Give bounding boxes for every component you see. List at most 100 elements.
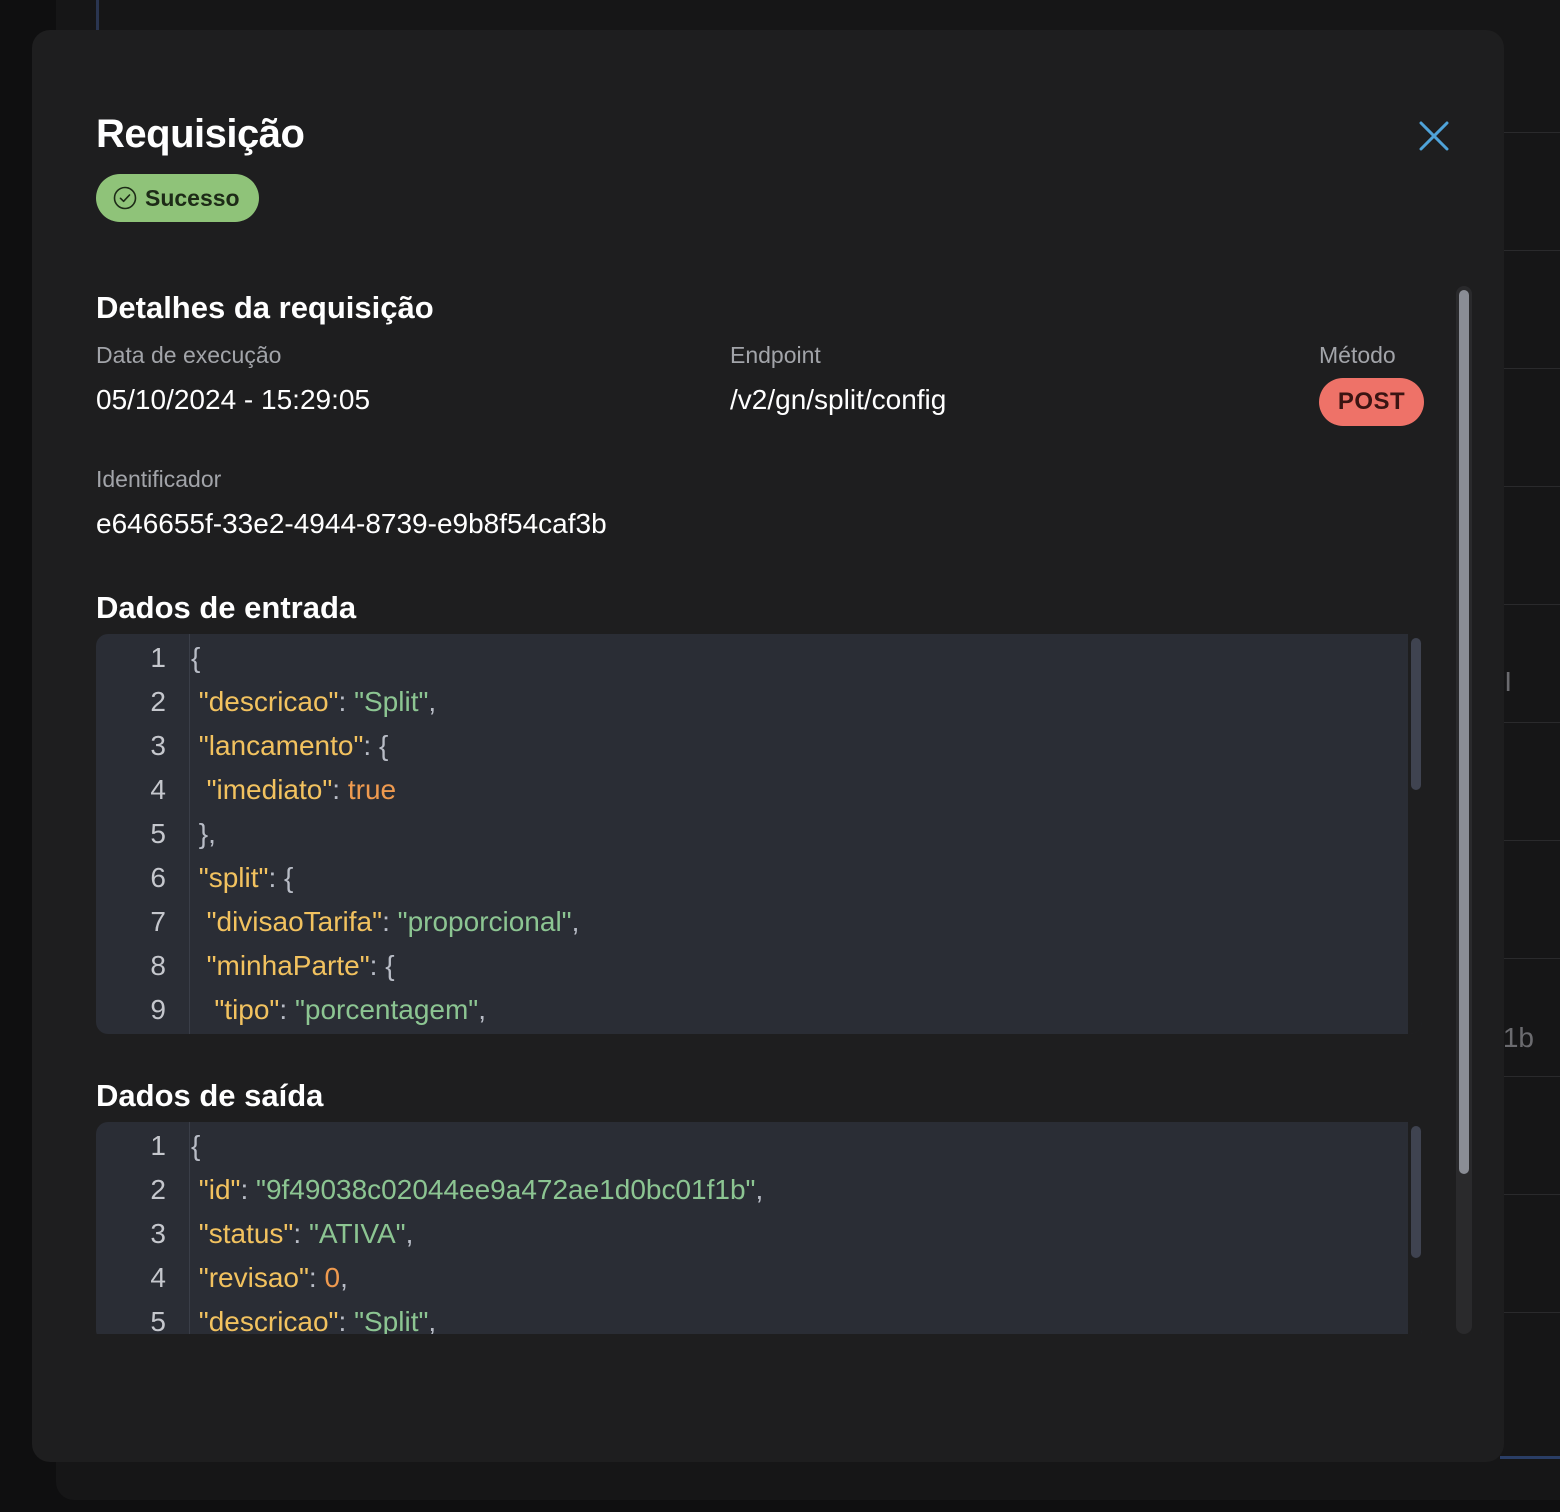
code-token-sep: : xyxy=(363,730,379,761)
line-number: 3 xyxy=(150,730,166,761)
code-text: { xyxy=(191,1124,200,1168)
code-token-indent xyxy=(191,1174,199,1205)
input-editor-scrollbar[interactable] xyxy=(1408,634,1422,1034)
code-token-key: "status" xyxy=(198,1218,294,1249)
code-token-val: "Split" xyxy=(354,686,429,717)
code-token-indent xyxy=(191,950,207,981)
modal-scroll-thumb[interactable] xyxy=(1459,290,1469,1174)
background-divider xyxy=(1500,1194,1560,1195)
code-token-sep: : xyxy=(308,1262,325,1293)
line-number: 4 xyxy=(150,774,166,805)
output-editor-scroll-thumb[interactable] xyxy=(1411,1126,1421,1258)
code-token-sep: : xyxy=(382,906,398,937)
background-divider xyxy=(1500,958,1560,959)
code-token-tail: , xyxy=(428,686,437,717)
background-divider xyxy=(1500,1312,1560,1313)
code-token-indent xyxy=(191,906,207,937)
modal-scroll-content[interactable]: Detalhes da requisição Data de execução … xyxy=(96,290,1426,1334)
output-editor-scrollbar[interactable] xyxy=(1408,1122,1422,1334)
code-text: "imediato": true xyxy=(191,768,397,812)
endpoint-label: Endpoint xyxy=(730,342,821,368)
close-button[interactable] xyxy=(1412,114,1456,158)
code-text: "status": "ATIVA", xyxy=(191,1212,414,1256)
line-number: 7 xyxy=(150,906,166,937)
code-line: 3 "status": "ATIVA", xyxy=(96,1212,1396,1256)
code-token-indent xyxy=(191,818,199,849)
code-token-key: "descricao" xyxy=(198,1306,339,1334)
line-number: 2 xyxy=(150,686,166,717)
code-token-key: "minhaParte" xyxy=(206,950,370,981)
code-token-indent xyxy=(191,862,199,893)
input-editor-scroll-thumb[interactable] xyxy=(1411,638,1421,790)
code-token-sep: : xyxy=(268,862,285,893)
code-token-val: 0 xyxy=(324,1262,341,1293)
status-badge: Sucesso xyxy=(96,174,259,222)
code-text: "tipo": "porcentagem", xyxy=(191,988,486,1032)
code-token-key: "tipo" xyxy=(214,994,280,1025)
code-token-indent xyxy=(191,774,207,805)
execution-date-label: Data de execução xyxy=(96,342,282,368)
code-token-tail: , xyxy=(755,1174,764,1205)
code-text: "minhaParte": { xyxy=(191,944,395,988)
code-text: }, xyxy=(191,812,216,856)
method-badge: POST xyxy=(1319,378,1424,426)
code-token-indent xyxy=(191,1306,199,1334)
modal-title: Requisição xyxy=(96,112,305,156)
code-token-key: "id" xyxy=(198,1174,241,1205)
method-label: Método xyxy=(1319,342,1396,368)
code-token-sep: : xyxy=(338,1306,355,1334)
close-icon xyxy=(1419,121,1449,151)
code-text: { xyxy=(191,636,200,680)
code-line: 2 "id": "9f49038c02044ee9a472ae1d0bc01f1… xyxy=(96,1168,1396,1212)
endpoint-value: /v2/gn/split/config xyxy=(730,384,947,415)
input-code-editor[interactable]: 1{2 "descricao": "Split", 3 "lancamento":… xyxy=(96,634,1422,1034)
line-number: 4 xyxy=(150,1262,166,1293)
code-token-tail: }, xyxy=(198,818,216,849)
code-token-key: "split" xyxy=(198,862,269,893)
line-number: 5 xyxy=(150,1306,166,1334)
status-label: Sucesso xyxy=(145,184,240,211)
code-token-tail: { xyxy=(191,642,201,673)
code-text: "divisaoTarifa": "proporcional", xyxy=(191,900,580,944)
code-token-key: "descricao" xyxy=(198,686,339,717)
code-token-indent xyxy=(191,994,214,1025)
code-token-tail: { xyxy=(378,730,389,761)
background-divider xyxy=(1500,250,1560,251)
code-token-sep: : xyxy=(240,1174,257,1205)
code-text: "id": "9f49038c02044ee9a472ae1d0bc01f1b"… xyxy=(191,1168,763,1212)
code-token-key: "revisao" xyxy=(198,1262,309,1293)
code-line: 6 "split": { xyxy=(96,856,1396,900)
code-token-key: "imediato" xyxy=(206,774,333,805)
background-divider xyxy=(1500,604,1560,605)
background-divider xyxy=(1500,722,1560,723)
line-number: 5 xyxy=(150,818,166,849)
code-token-val: "Split" xyxy=(354,1306,429,1334)
line-number: 6 xyxy=(150,862,166,893)
code-token-val: "ATIVA" xyxy=(308,1218,406,1249)
output-data-title: Dados de saída xyxy=(96,1078,324,1113)
background-divider xyxy=(1500,132,1560,133)
background-divider xyxy=(1500,840,1560,841)
code-line: 5 }, xyxy=(96,812,1396,856)
background-divider xyxy=(1500,1076,1560,1077)
code-text: "revisao": 0, xyxy=(191,1256,348,1300)
code-text: "descricao": "Split", xyxy=(191,680,436,724)
background-text-fragment: I xyxy=(1504,666,1512,697)
code-token-tail: { xyxy=(191,1130,201,1161)
code-token-tail: , xyxy=(571,906,580,937)
code-token-sep: : xyxy=(293,1218,309,1249)
line-number: 1 xyxy=(150,1130,166,1161)
modal-scrollbar[interactable] xyxy=(1456,286,1472,1334)
background-accent-line xyxy=(1500,1456,1560,1459)
identifier-value: e646655f-33e2-4944-8739-e9b8f54caf3b xyxy=(96,508,607,539)
code-token-indent xyxy=(191,730,199,761)
check-circle-icon xyxy=(113,186,137,210)
line-number: 2 xyxy=(150,1174,166,1205)
code-token-indent xyxy=(191,1262,199,1293)
code-token-key: "divisaoTarifa" xyxy=(206,906,383,937)
code-token-val: "9f49038c02044ee9a472ae1d0bc01f1b" xyxy=(256,1174,756,1205)
line-number: 8 xyxy=(150,950,166,981)
code-line: 9 "tipo": "porcentagem", xyxy=(96,988,1396,1032)
code-token-tail: { xyxy=(284,862,294,893)
output-code-editor[interactable]: 1 {2 "id": "9f49038c02044ee9a472ae1d0bc01… xyxy=(96,1122,1422,1334)
